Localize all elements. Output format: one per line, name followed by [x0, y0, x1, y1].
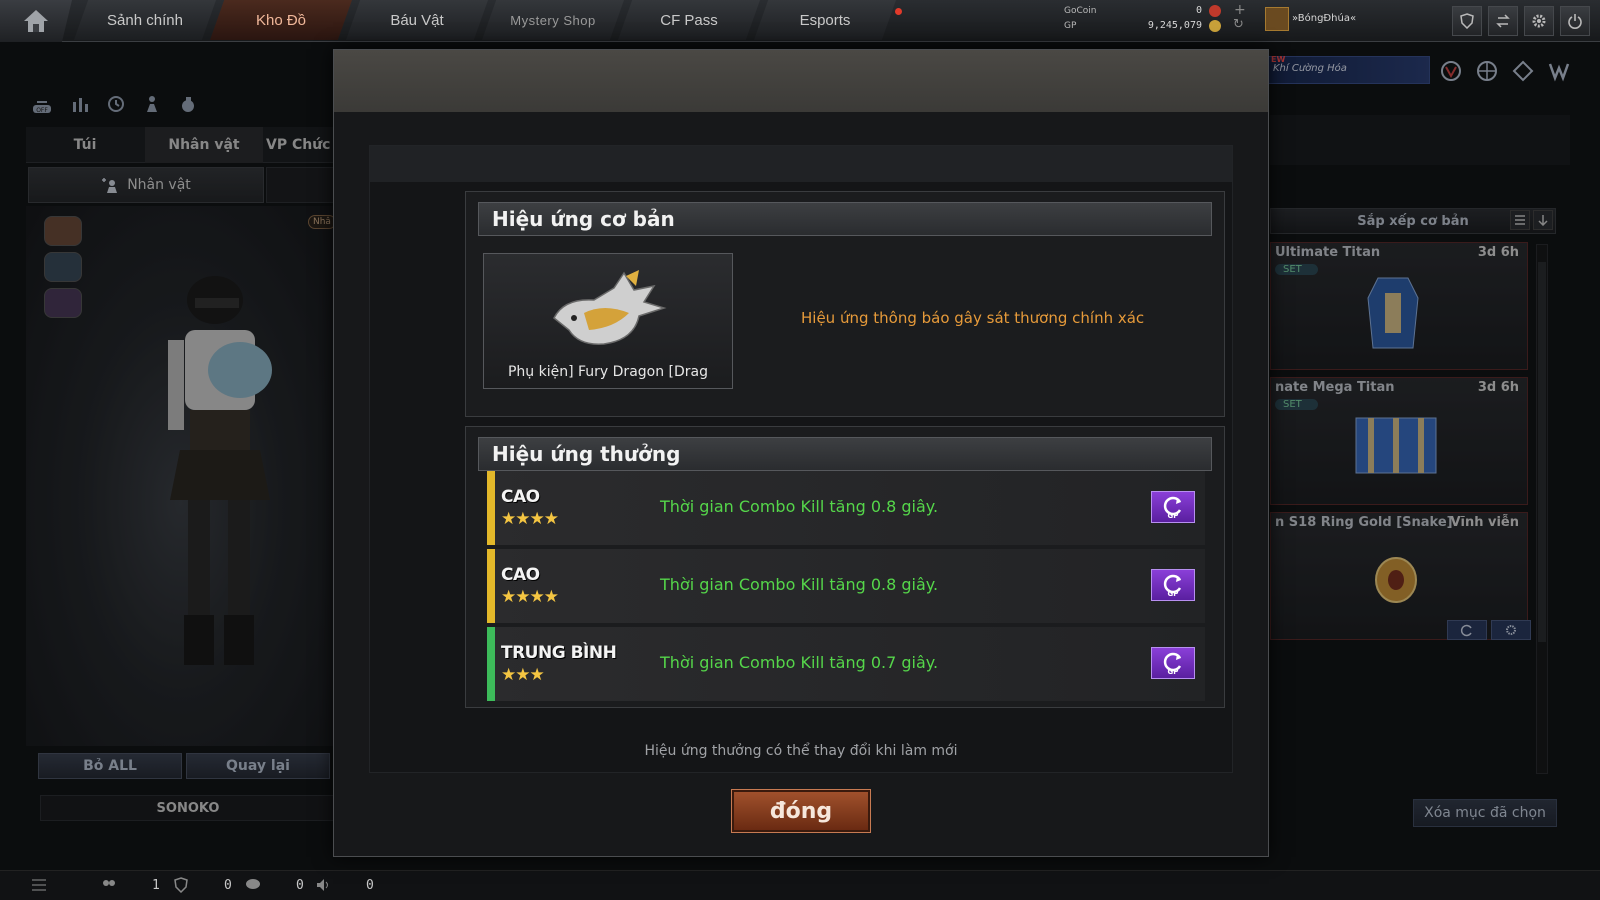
clan-shield-icon[interactable] — [172, 876, 190, 894]
basic-effect-description: Hiệu ứng thông báo gây sát thương chính … — [801, 309, 1145, 327]
dialog-header[interactable] — [334, 50, 1268, 112]
gocoin-value: 0 — [1195, 5, 1202, 16]
nav-tab-inventory[interactable]: Kho Đồ — [210, 0, 352, 40]
item-thumbnail: Phụ kiện] Fury Dragon [Drag — [483, 253, 733, 389]
notification-dot — [895, 8, 902, 15]
refresh-gp-icon: GP — [1163, 574, 1182, 598]
clan-count: 0 — [224, 878, 232, 893]
friends-count: 1 — [152, 878, 160, 893]
dialog-body: Hiệu ứng cơ bản Phụ kiện] Fury Dragon [D… — [369, 145, 1233, 773]
bonus-description: Thời gian Combo Kill tăng 0.8 giây. — [660, 497, 939, 516]
chat-count: 0 — [296, 878, 304, 893]
basic-effect-section: Hiệu ứng cơ bản Phụ kiện] Fury Dragon [D… — [465, 191, 1225, 417]
bonus-stars: ★★★★ — [501, 587, 559, 607]
nav-tab-esports[interactable]: Esports — [754, 0, 896, 40]
gp-coin-icon — [1209, 20, 1221, 32]
bonus-effect-row: CAO ★★★★ Thời gian Combo Kill tăng 0.8 g… — [487, 549, 1205, 623]
svg-text:GP: GP — [1168, 668, 1179, 676]
tier-color-bar — [487, 627, 495, 701]
dialog-body-header — [370, 146, 1232, 182]
bonus-note: Hiệu ứng thưởng có thể thay đổi khi làm … — [644, 743, 958, 759]
home-button[interactable] — [0, 0, 72, 42]
bonus-effect-section: Hiệu ứng thưởng CAO ★★★★ Thời gian Combo… — [465, 426, 1225, 708]
menu-icon[interactable] — [30, 876, 48, 894]
nav-tab-mystery-shop[interactable]: Mystery Shop — [482, 0, 624, 40]
nav-tab-lobby[interactable]: Sảnh chính — [74, 0, 216, 40]
chat-icon[interactable] — [244, 876, 262, 894]
gp-label: GP — [1064, 21, 1077, 31]
add-currency-icon[interactable]: + — [1234, 2, 1246, 18]
bonus-tier: TRUNG BÌNH — [501, 643, 617, 663]
status-bar — [0, 870, 1600, 900]
friends-icon[interactable] — [100, 876, 118, 894]
bonus-description: Thời gian Combo Kill tăng 0.8 giây. — [660, 575, 939, 594]
tier-color-bar — [487, 549, 495, 623]
bonus-effect-row: CAO ★★★★ Thời gian Combo Kill tăng 0.8 g… — [487, 471, 1205, 545]
speaker-icon[interactable] — [314, 876, 332, 894]
refresh-bonus-button[interactable]: GP — [1151, 647, 1195, 679]
tier-color-bar — [487, 471, 495, 545]
bonus-tier: CAO — [501, 487, 540, 507]
refresh-gp-icon: GP — [1163, 496, 1182, 520]
bonus-description: Thời gian Combo Kill tăng 0.7 giây. — [660, 653, 939, 672]
nav-tab-treasure[interactable]: Báu Vật — [346, 0, 488, 40]
bonus-tier: CAO — [501, 565, 540, 585]
player-avatar[interactable] — [1265, 7, 1289, 31]
megaphone-count: 0 — [366, 878, 374, 893]
close-button[interactable]: đóng — [731, 789, 871, 833]
fury-dragon-icon — [553, 270, 667, 345]
player-name: »BóngĐhúa« — [1292, 13, 1357, 24]
exchange-icon[interactable] — [1488, 6, 1518, 36]
gocoin-label: GoCoin — [1064, 6, 1097, 16]
gocoin-icon — [1209, 5, 1221, 17]
gp-value: 9,245,079 — [1147, 20, 1202, 31]
bonus-stars: ★★★★ — [501, 509, 559, 529]
shield-icon[interactable] — [1452, 6, 1482, 36]
refresh-gp-icon: GP — [1163, 652, 1182, 676]
bonus-stars: ★★★ — [501, 665, 545, 685]
nav-tab-cf-pass[interactable]: CF Pass — [618, 0, 760, 40]
effect-detail-dialog: Hiệu ứng cơ bản Phụ kiện] Fury Dragon [D… — [333, 49, 1269, 857]
item-thumbnail-name: Phụ kiện] Fury Dragon [Drag — [507, 364, 709, 380]
power-icon[interactable] — [1560, 6, 1590, 36]
refresh-bonus-button[interactable]: GP — [1151, 569, 1195, 601]
bonus-effect-title: Hiệu ứng thưởng — [478, 437, 1212, 471]
bonus-effect-row: TRUNG BÌNH ★★★ Thời gian Combo Kill tăng… — [487, 627, 1205, 701]
svg-text:GP: GP — [1168, 590, 1179, 598]
refresh-currency-icon[interactable]: ↻ — [1233, 17, 1244, 32]
svg-text:GP: GP — [1168, 512, 1179, 520]
basic-effect-title: Hiệu ứng cơ bản — [478, 202, 1212, 236]
refresh-bonus-button[interactable]: GP — [1151, 491, 1195, 523]
home-icon — [24, 10, 48, 32]
gear-icon[interactable] — [1524, 6, 1554, 36]
